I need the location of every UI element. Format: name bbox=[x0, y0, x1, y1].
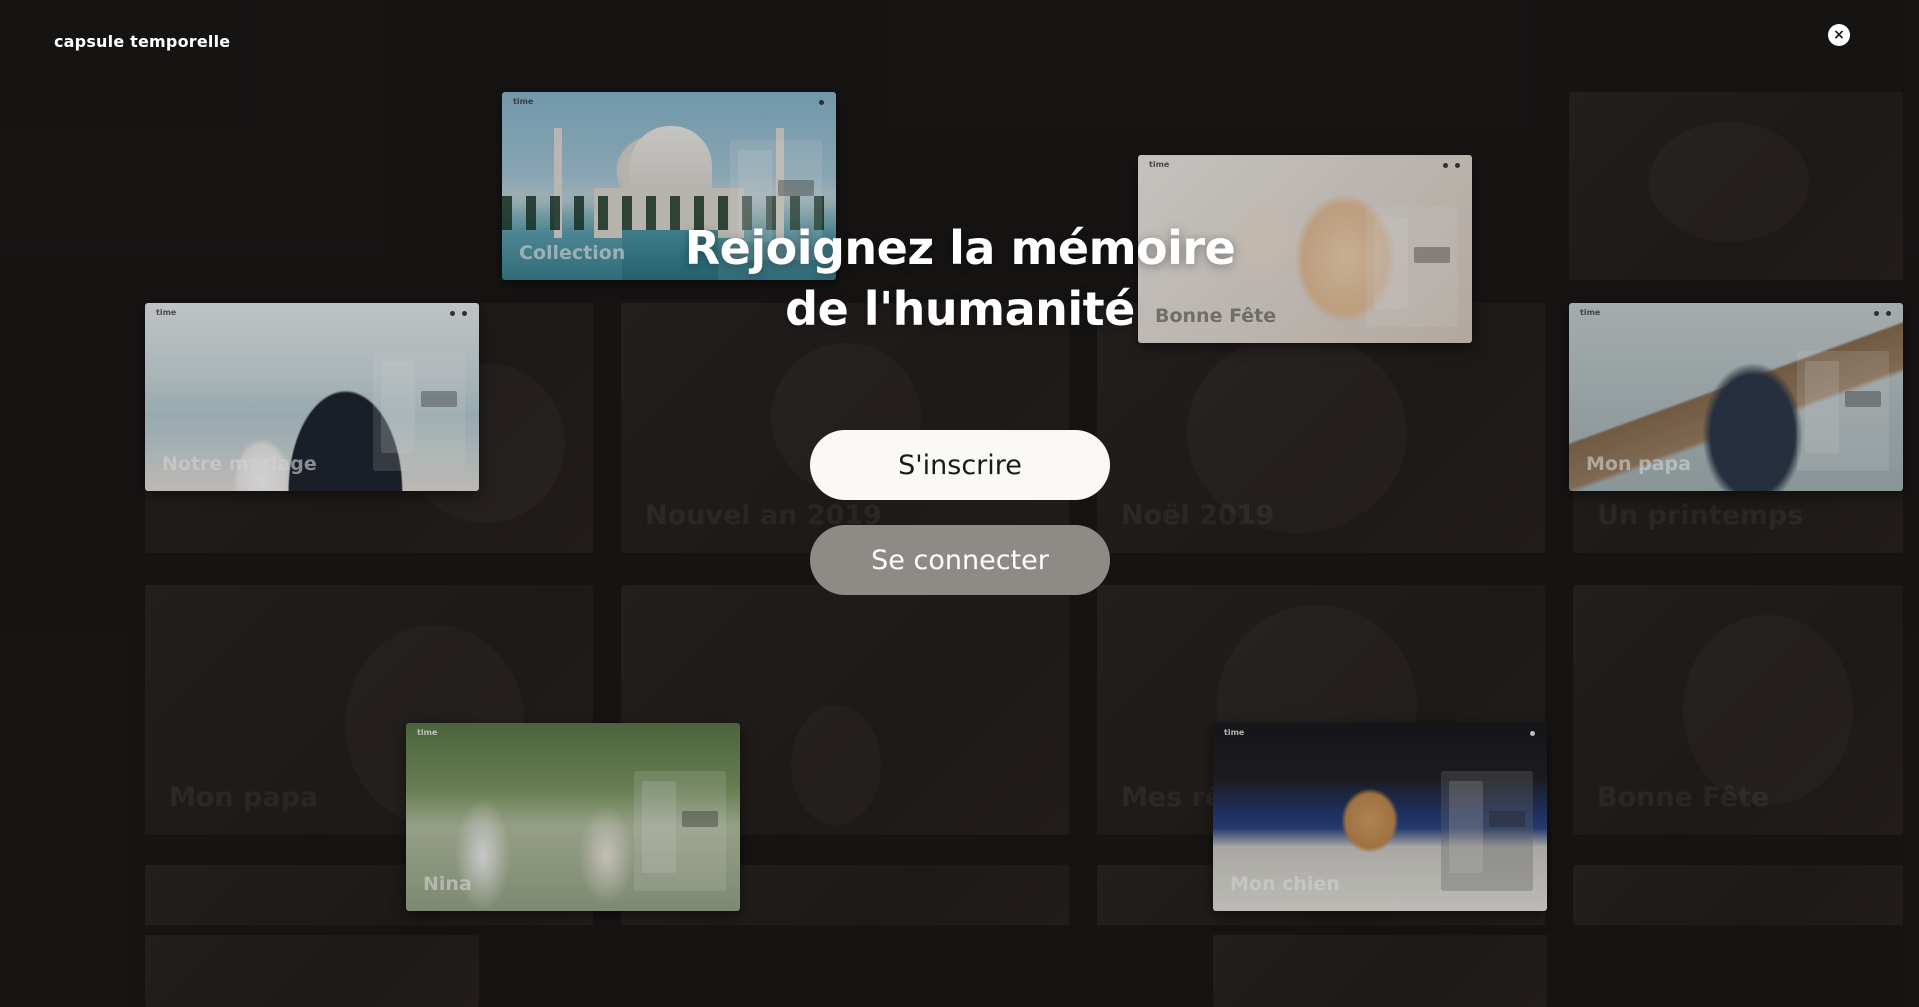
mini-controls bbox=[450, 311, 467, 316]
mini-panel bbox=[1441, 771, 1533, 891]
hero-title: Rejoignez la mémoire de l'humanité bbox=[660, 218, 1260, 340]
close-icon: × bbox=[1833, 27, 1845, 43]
card-label: Nina bbox=[423, 873, 472, 895]
mini-controls bbox=[1530, 731, 1535, 736]
mini-panel bbox=[1797, 351, 1889, 471]
mini-controls bbox=[1874, 311, 1891, 316]
mini-controls bbox=[819, 100, 824, 105]
bg-card-label: Bonne Fête bbox=[1597, 782, 1770, 813]
card-label: Collection bbox=[519, 242, 626, 264]
bg-card-label: Mon papa bbox=[169, 782, 319, 813]
mini-logo: time bbox=[1580, 308, 1601, 317]
preview-card-mon-papa[interactable]: time Mon papa bbox=[1569, 303, 1903, 491]
mini-logo: time bbox=[1149, 160, 1170, 169]
mini-controls bbox=[1443, 163, 1460, 168]
mini-panel bbox=[634, 771, 726, 891]
site-logo[interactable]: capsule temporelle bbox=[54, 32, 230, 51]
bg-card-row5-1 bbox=[145, 935, 479, 1007]
preview-card-notre-mariage[interactable]: time Notre mariage bbox=[145, 303, 479, 491]
preview-card-nina[interactable]: time Nina bbox=[406, 723, 740, 911]
bg-card-top-right bbox=[1569, 92, 1903, 280]
signup-button[interactable]: S'inscrire bbox=[810, 430, 1110, 500]
hero-title-line1: Rejoignez la mémoire bbox=[684, 221, 1236, 275]
mini-panel bbox=[373, 351, 465, 471]
bg-card-row4-4 bbox=[1573, 865, 1903, 925]
card-label: Notre mariage bbox=[162, 453, 317, 475]
bg-card-label: Un printemps bbox=[1597, 500, 1804, 531]
mini-logo: time bbox=[156, 308, 177, 317]
mini-logo: time bbox=[513, 97, 534, 106]
hero-title-line2: de l'humanité bbox=[785, 282, 1135, 336]
card-label: Mon chien bbox=[1230, 873, 1340, 895]
bg-card-row5-2 bbox=[1213, 935, 1547, 1007]
mini-logo: time bbox=[417, 728, 438, 737]
login-button[interactable]: Se connecter bbox=[810, 525, 1110, 595]
card-label: Mon papa bbox=[1586, 453, 1691, 475]
close-button[interactable]: × bbox=[1828, 24, 1850, 46]
bg-card-label: Noël 2019 bbox=[1121, 500, 1275, 531]
bg-card-nouvel-an[interactable]: Nouvel an 2019 bbox=[621, 303, 1069, 553]
bg-card-bonne-fete[interactable]: Bonne Fête bbox=[1573, 585, 1903, 835]
preview-card-mon-chien[interactable]: time Mon chien bbox=[1213, 723, 1547, 911]
mini-logo: time bbox=[1224, 728, 1245, 737]
mini-panel bbox=[1366, 207, 1458, 327]
